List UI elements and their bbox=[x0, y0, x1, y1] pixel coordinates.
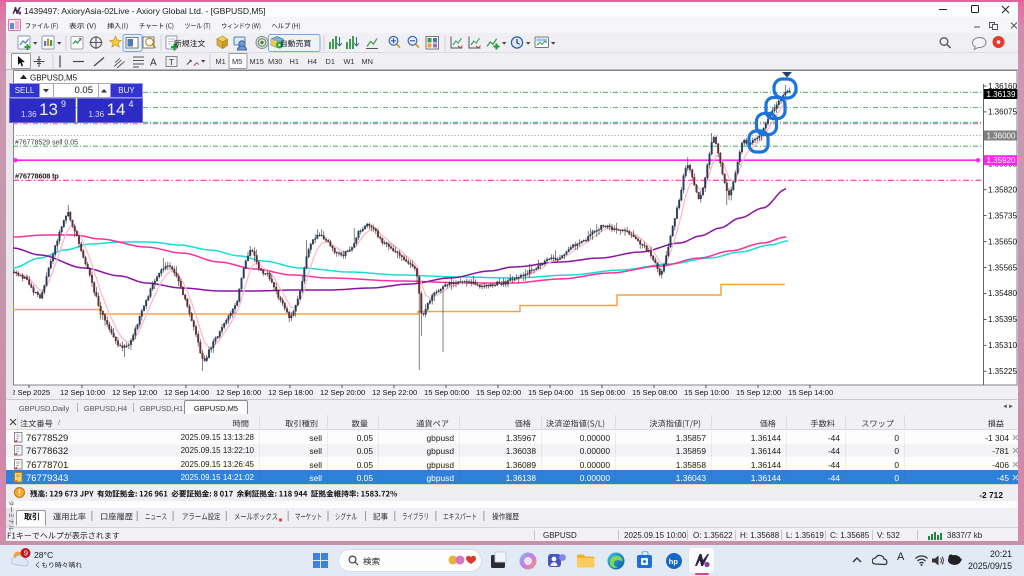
svg-text:#76778608 tp: #76778608 tp bbox=[15, 172, 59, 181]
svg-text:15 Sep 08:00: 15 Sep 08:00 bbox=[632, 388, 677, 397]
svg-text:15 Sep 06:00: 15 Sep 06:00 bbox=[580, 388, 625, 397]
svg-text:M5: M5 bbox=[232, 57, 242, 66]
svg-text:12 Sep 12:00: 12 Sep 12:00 bbox=[112, 388, 157, 397]
svg-text:1.35225: 1.35225 bbox=[988, 367, 1017, 376]
svg-text:W1: W1 bbox=[344, 57, 355, 66]
svg-text:1.35310: 1.35310 bbox=[988, 341, 1017, 350]
svg-text:9: 9 bbox=[24, 549, 28, 558]
svg-text:1.35650: 1.35650 bbox=[988, 237, 1017, 246]
svg-text:GBPUSD,M5: GBPUSD,M5 bbox=[30, 74, 78, 83]
svg-text:1.35920: 1.35920 bbox=[987, 156, 1016, 165]
svg-text:12 Sep 18:00: 12 Sep 18:00 bbox=[268, 388, 313, 397]
svg-text:15 Sep 04:00: 15 Sep 04:00 bbox=[528, 388, 573, 397]
svg-text:15 Sep 10:00: 15 Sep 10:00 bbox=[684, 388, 729, 397]
svg-text:M1: M1 bbox=[216, 57, 226, 66]
svg-text:D1: D1 bbox=[326, 57, 335, 66]
svg-text:12 Sep 14:00: 12 Sep 14:00 bbox=[164, 388, 209, 397]
svg-text:1.35395: 1.35395 bbox=[988, 315, 1017, 324]
svg-text:H1: H1 bbox=[290, 57, 299, 66]
svg-text:12 Sep 10:00: 12 Sep 10:00 bbox=[60, 388, 105, 397]
svg-text:MN: MN bbox=[362, 57, 374, 66]
svg-text:12 Sep 22:00: 12 Sep 22:00 bbox=[372, 388, 417, 397]
svg-text:1.35735: 1.35735 bbox=[988, 211, 1017, 220]
svg-text:1.35820: 1.35820 bbox=[988, 186, 1017, 195]
svg-text:1.36075: 1.36075 bbox=[988, 108, 1017, 117]
svg-text:1.36000: 1.36000 bbox=[987, 132, 1016, 141]
svg-text:1.35565: 1.35565 bbox=[988, 263, 1017, 272]
svg-text:T: T bbox=[169, 57, 174, 67]
svg-text:1.35480: 1.35480 bbox=[988, 289, 1017, 298]
svg-text:15 Sep 00:00: 15 Sep 00:00 bbox=[424, 388, 469, 397]
svg-text:#76778529 sell 0.05: #76778529 sell 0.05 bbox=[15, 140, 78, 147]
svg-text:A: A bbox=[150, 58, 157, 69]
svg-text:hp: hp bbox=[669, 557, 679, 566]
svg-text:15 Sep 12:00: 15 Sep 12:00 bbox=[736, 388, 781, 397]
svg-text:M30: M30 bbox=[268, 57, 282, 66]
svg-text:12 Sep 20:00: 12 Sep 20:00 bbox=[320, 388, 365, 397]
svg-text:12 Sep 2025: 12 Sep 2025 bbox=[7, 388, 50, 397]
svg-text:15 Sep 14:00: 15 Sep 14:00 bbox=[788, 388, 833, 397]
svg-text:1.36139: 1.36139 bbox=[987, 90, 1016, 99]
svg-text:15 Sep 02:00: 15 Sep 02:00 bbox=[476, 388, 521, 397]
svg-text:M15: M15 bbox=[250, 57, 264, 66]
svg-text:12 Sep 16:00: 12 Sep 16:00 bbox=[216, 388, 261, 397]
svg-text:H4: H4 bbox=[308, 57, 317, 66]
